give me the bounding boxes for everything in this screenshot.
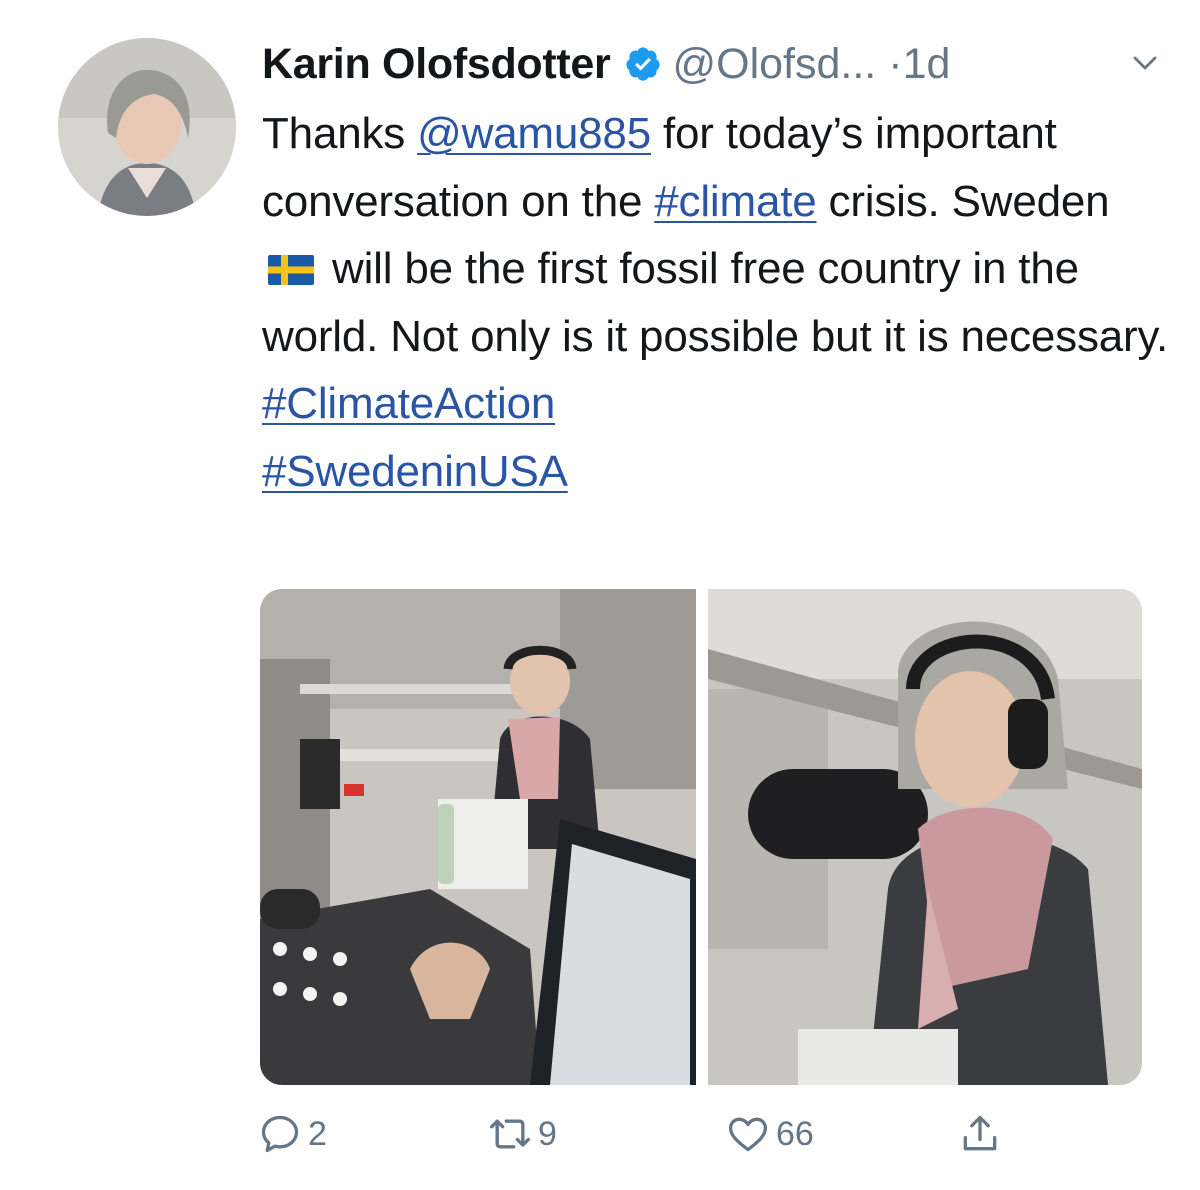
like-button[interactable]: 66 bbox=[726, 1112, 814, 1156]
author-name[interactable]: Karin Olofsdotter bbox=[262, 40, 611, 89]
tweet-text-part: Thanks bbox=[262, 109, 418, 158]
tweet-text-part: will be the first fossil free country in… bbox=[262, 244, 1169, 361]
share-icon bbox=[963, 1115, 997, 1151]
hashtag-link-climateaction[interactable]: #ClimateAction bbox=[262, 379, 555, 428]
reply-count: 2 bbox=[308, 1114, 327, 1153]
photo-studio-wide[interactable] bbox=[260, 589, 696, 1085]
reply-icon bbox=[261, 1115, 299, 1153]
retweet-icon bbox=[490, 1119, 530, 1149]
hashtag-link-climate[interactable]: #climate bbox=[654, 177, 816, 226]
retweet-button[interactable]: 9 bbox=[488, 1112, 557, 1156]
like-icon bbox=[728, 1117, 768, 1152]
retweet-count: 9 bbox=[538, 1114, 557, 1153]
closeup-image bbox=[708, 589, 1142, 1085]
tweet-media bbox=[260, 589, 1142, 1085]
meta-separator: · bbox=[888, 39, 903, 88]
tweet-timestamp[interactable]: 1d bbox=[903, 40, 951, 89]
tweet-body: Thanks @wamu885 for today’s important co… bbox=[262, 100, 1172, 505]
avatar-image bbox=[58, 38, 236, 216]
sweden-flag-icon bbox=[268, 255, 314, 285]
photo-studio-closeup[interactable] bbox=[708, 589, 1142, 1085]
author-handle[interactable]: @Olofsd... bbox=[672, 40, 876, 89]
tweet-actions: 2 9 66 bbox=[258, 1112, 1018, 1168]
studio-image bbox=[260, 589, 696, 1085]
verified-badge-icon bbox=[626, 47, 661, 81]
author-avatar[interactable] bbox=[58, 38, 236, 216]
share-button[interactable] bbox=[958, 1112, 1002, 1156]
reply-button[interactable]: 2 bbox=[258, 1112, 327, 1156]
hashtag-link-swedeninusa[interactable]: #SwedeninUSA bbox=[262, 447, 568, 496]
like-count: 66 bbox=[776, 1114, 814, 1153]
mention-link[interactable]: @wamu885 bbox=[417, 109, 651, 158]
tweet-text-part: crisis. Sweden bbox=[816, 176, 1110, 226]
tweet-header: Karin Olofsdotter @Olofsd... · 1d bbox=[262, 36, 1160, 92]
chevron-down-icon[interactable] bbox=[1130, 48, 1160, 78]
